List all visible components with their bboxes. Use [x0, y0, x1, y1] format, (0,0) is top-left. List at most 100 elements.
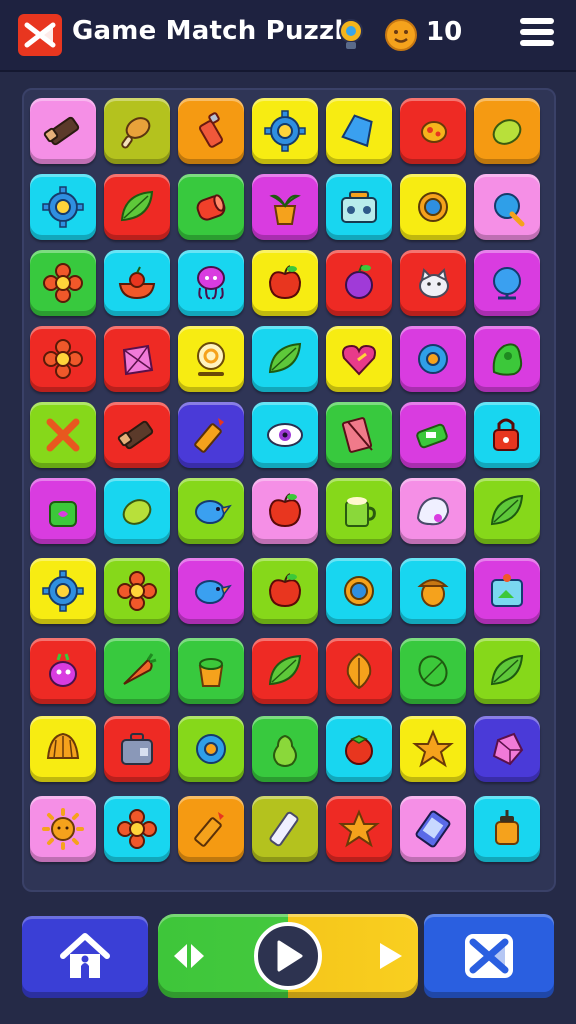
- game-tile[interactable]: [326, 558, 392, 624]
- acorn-icon: [417, 579, 449, 607]
- game-tile[interactable]: [474, 250, 540, 316]
- game-tile[interactable]: [178, 716, 244, 782]
- game-tile[interactable]: [474, 796, 540, 862]
- game-tile[interactable]: [400, 478, 466, 544]
- hamburger-menu-icon[interactable]: [520, 18, 558, 52]
- game-tile[interactable]: [400, 796, 466, 862]
- game-tile[interactable]: [326, 716, 392, 782]
- flower-pot-icon: [198, 658, 224, 687]
- game-tile[interactable]: [178, 174, 244, 240]
- stapler-icon: [416, 423, 448, 449]
- game-tile[interactable]: [474, 638, 540, 704]
- game-tile[interactable]: [30, 558, 96, 624]
- phone-icon: [415, 810, 451, 848]
- crystal-icon: [492, 732, 524, 766]
- game-tile[interactable]: [178, 98, 244, 164]
- game-tile[interactable]: [252, 326, 318, 392]
- game-tile[interactable]: [326, 326, 392, 392]
- game-tile[interactable]: [104, 174, 170, 240]
- game-tile[interactable]: [104, 716, 170, 782]
- lock-icon: [493, 418, 519, 451]
- potted-plant-icon: [269, 194, 301, 225]
- lightbulb-icon[interactable]: [336, 18, 366, 52]
- game-tile[interactable]: [326, 250, 392, 316]
- game-tile[interactable]: [400, 716, 466, 782]
- eraser-icon: [43, 116, 80, 146]
- game-tile[interactable]: [104, 250, 170, 316]
- game-tile[interactable]: [252, 402, 318, 468]
- home-button[interactable]: [22, 916, 148, 998]
- game-tile[interactable]: [252, 558, 318, 624]
- game-tile[interactable]: [30, 402, 96, 468]
- game-tile[interactable]: [252, 174, 318, 240]
- game-tile[interactable]: [104, 402, 170, 468]
- game-tile[interactable]: [400, 402, 466, 468]
- game-tile[interactable]: [400, 326, 466, 392]
- game-tile[interactable]: [252, 98, 318, 164]
- game-tile[interactable]: [400, 174, 466, 240]
- game-tile[interactable]: [326, 638, 392, 704]
- game-tile[interactable]: [30, 250, 96, 316]
- next-arrow-icon[interactable]: [376, 940, 404, 972]
- game-tile[interactable]: [474, 98, 540, 164]
- game-tile[interactable]: [474, 558, 540, 624]
- candy-icon: [494, 193, 525, 227]
- game-tile[interactable]: [104, 638, 170, 704]
- game-tile[interactable]: [178, 478, 244, 544]
- shuffle-button[interactable]: [424, 914, 554, 998]
- game-tile[interactable]: [30, 716, 96, 782]
- game-tile[interactable]: [252, 638, 318, 704]
- ring-icon: [344, 576, 374, 606]
- game-tile[interactable]: [104, 98, 170, 164]
- game-tile[interactable]: [474, 402, 540, 468]
- pear-icon: [273, 734, 297, 767]
- game-tile[interactable]: [178, 638, 244, 704]
- game-tile[interactable]: [30, 98, 96, 164]
- game-tile[interactable]: [30, 796, 96, 862]
- game-tile[interactable]: [178, 250, 244, 316]
- game-tile[interactable]: [104, 326, 170, 392]
- game-tile[interactable]: [178, 326, 244, 392]
- game-tile[interactable]: [400, 98, 466, 164]
- play-button[interactable]: [254, 922, 322, 990]
- game-tile[interactable]: [178, 796, 244, 862]
- game-tile[interactable]: [400, 558, 466, 624]
- page-title: Game Match Puzzle: [72, 16, 362, 46]
- game-tile[interactable]: [400, 250, 466, 316]
- game-tile[interactable]: [326, 796, 392, 862]
- app-logo-icon[interactable]: [18, 14, 62, 56]
- game-tile[interactable]: [252, 250, 318, 316]
- game-tile[interactable]: [326, 478, 392, 544]
- game-tile[interactable]: [30, 638, 96, 704]
- game-tile[interactable]: [326, 174, 392, 240]
- game-tile[interactable]: [474, 478, 540, 544]
- bird-icon: [195, 500, 232, 524]
- game-tile[interactable]: [474, 174, 540, 240]
- game-tile[interactable]: [400, 638, 466, 704]
- cloth-icon: [416, 496, 450, 526]
- gem-icon: [122, 344, 154, 376]
- crayon-icon: [194, 418, 224, 453]
- game-tile[interactable]: [326, 98, 392, 164]
- chicken-leg-icon: [121, 117, 151, 149]
- swap-arrows-icon[interactable]: [172, 940, 206, 972]
- game-tile[interactable]: [30, 174, 96, 240]
- star-icon: [338, 809, 380, 848]
- leaf-icon: [120, 190, 154, 222]
- game-tile[interactable]: [178, 402, 244, 468]
- game-tile[interactable]: [30, 326, 96, 392]
- game-tile[interactable]: [252, 716, 318, 782]
- game-tile[interactable]: [104, 796, 170, 862]
- game-tile[interactable]: [178, 558, 244, 624]
- game-tile[interactable]: [104, 478, 170, 544]
- game-tile[interactable]: [474, 716, 540, 782]
- apple-icon: [268, 493, 302, 528]
- game-tile[interactable]: [474, 326, 540, 392]
- game-tile[interactable]: [104, 558, 170, 624]
- gear-icon: [42, 186, 84, 228]
- game-tile[interactable]: [326, 402, 392, 468]
- game-tile[interactable]: [252, 478, 318, 544]
- game-tile[interactable]: [252, 796, 318, 862]
- game-tile[interactable]: [30, 478, 96, 544]
- flower-icon: [117, 809, 157, 849]
